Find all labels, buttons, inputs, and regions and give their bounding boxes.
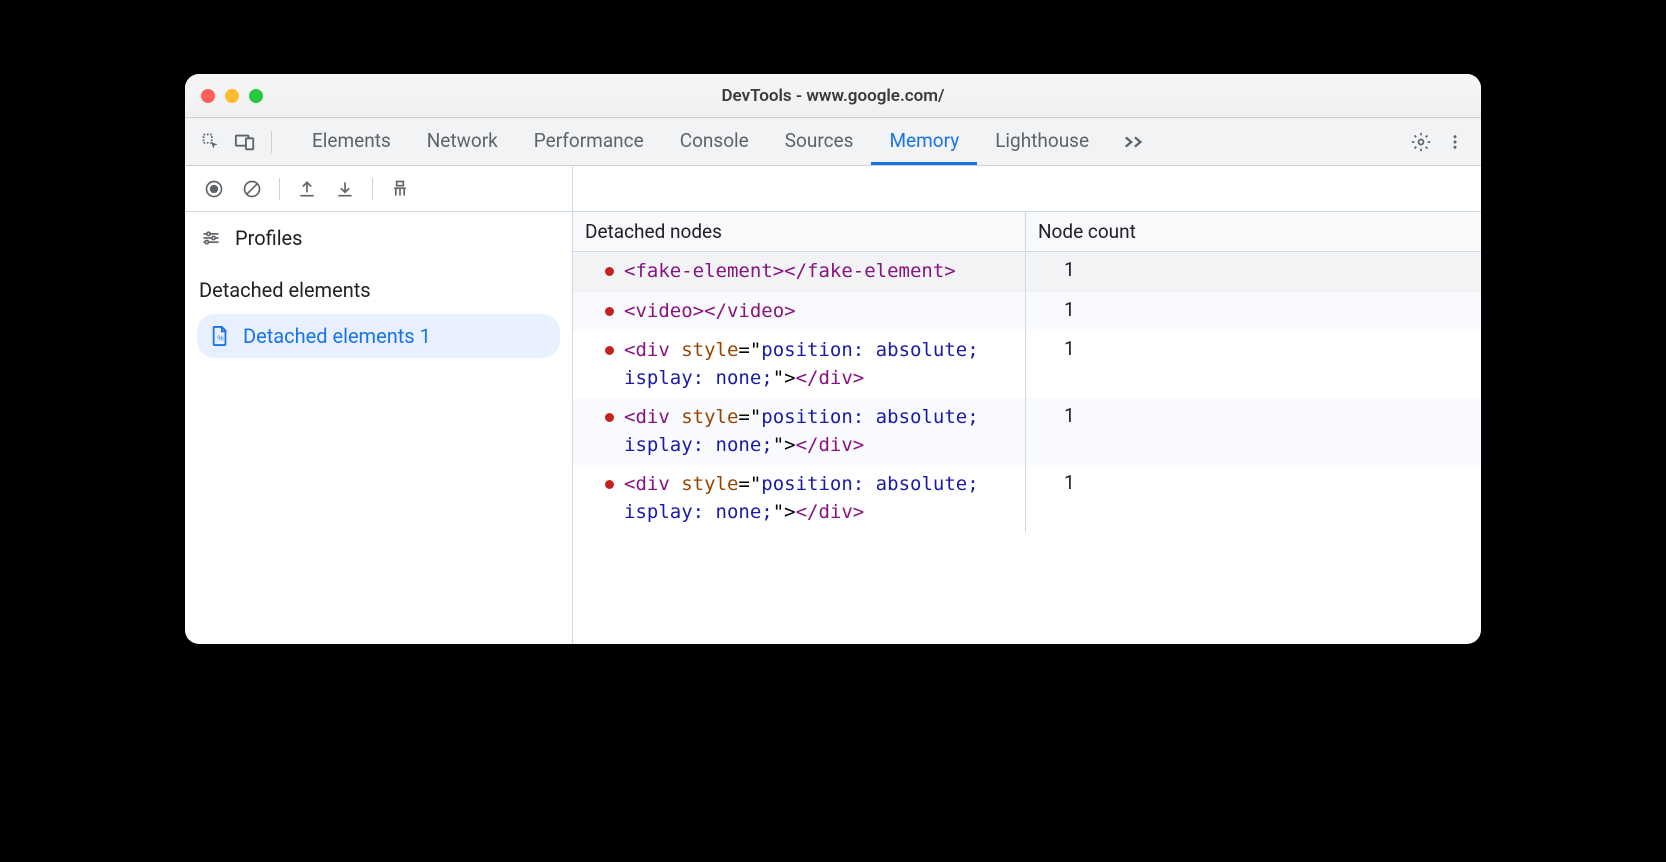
settings-icon[interactable] bbox=[1407, 128, 1435, 156]
divider bbox=[271, 131, 272, 153]
node-html: <div style="position: absolute; isplay: … bbox=[624, 471, 1013, 526]
node-html: <video></video> bbox=[624, 298, 796, 326]
profile-item-label: Detached elements 1 bbox=[243, 324, 431, 348]
panel-tabs: ElementsNetworkPerformanceConsoleSources… bbox=[294, 119, 1107, 165]
table-body: <fake-element></fake-element>1<video></v… bbox=[573, 252, 1481, 644]
content-area: Profiles Detached elements % Detached el… bbox=[185, 166, 1481, 644]
bullet-icon bbox=[605, 413, 614, 422]
traffic-lights bbox=[201, 89, 263, 103]
record-button[interactable] bbox=[197, 172, 231, 206]
tab-memory[interactable]: Memory bbox=[871, 119, 977, 165]
cell-detached-node: <div style="position: absolute; isplay: … bbox=[573, 465, 1026, 532]
bullet-icon bbox=[605, 480, 614, 489]
cell-node-count: 1 bbox=[1026, 252, 1481, 292]
divider bbox=[372, 178, 373, 200]
svg-text:%: % bbox=[217, 334, 224, 343]
export-button[interactable] bbox=[290, 172, 324, 206]
profiles-label: Profiles bbox=[235, 226, 302, 250]
document-icon: % bbox=[211, 326, 229, 346]
profiles-section[interactable]: Profiles bbox=[185, 212, 572, 256]
table-row[interactable]: <video></video> 1 bbox=[573, 292, 1481, 332]
sliders-icon bbox=[201, 228, 221, 248]
table-header: Detached nodes Node count bbox=[573, 212, 1481, 252]
more-options-icon[interactable] bbox=[1441, 128, 1469, 156]
device-toolbar-icon[interactable] bbox=[231, 128, 259, 156]
tab-sources[interactable]: Sources bbox=[767, 119, 872, 165]
cell-detached-node: <div style="position: absolute; isplay: … bbox=[573, 331, 1026, 398]
more-tabs-button[interactable] bbox=[1113, 134, 1155, 150]
bullet-icon bbox=[605, 307, 614, 316]
bullet-icon bbox=[605, 346, 614, 355]
minimize-window-button[interactable] bbox=[225, 89, 239, 103]
cell-node-count: 1 bbox=[1026, 331, 1481, 398]
inspect-element-icon[interactable] bbox=[197, 128, 225, 156]
maximize-window-button[interactable] bbox=[249, 89, 263, 103]
detached-elements-heading: Detached elements bbox=[185, 256, 572, 310]
table-row[interactable]: <div style="position: absolute; isplay: … bbox=[573, 331, 1481, 398]
column-header-nodes[interactable]: Detached nodes bbox=[573, 212, 1026, 251]
main-panel: Detached nodes Node count <fake-element>… bbox=[573, 166, 1481, 644]
panel-tabs-bar: ElementsNetworkPerformanceConsoleSources… bbox=[185, 118, 1481, 166]
divider bbox=[279, 178, 280, 200]
titlebar: DevTools - www.google.com/ bbox=[185, 74, 1481, 118]
node-html: <div style="position: absolute; isplay: … bbox=[624, 404, 1013, 459]
cell-node-count: 1 bbox=[1026, 398, 1481, 465]
window-title: DevTools - www.google.com/ bbox=[185, 86, 1481, 106]
cell-detached-node: <fake-element></fake-element> bbox=[573, 252, 1026, 292]
tab-elements[interactable]: Elements bbox=[294, 119, 409, 165]
tab-performance[interactable]: Performance bbox=[516, 119, 662, 165]
devtools-window: DevTools - www.google.com/ ElementsNetwo… bbox=[185, 74, 1481, 644]
cell-node-count: 1 bbox=[1026, 292, 1481, 332]
node-html: <div style="position: absolute; isplay: … bbox=[624, 337, 1013, 392]
close-window-button[interactable] bbox=[201, 89, 215, 103]
import-button[interactable] bbox=[328, 172, 362, 206]
main-toolbar bbox=[573, 166, 1481, 212]
node-html: <fake-element></fake-element> bbox=[624, 258, 956, 286]
cell-detached-node: <div style="position: absolute; isplay: … bbox=[573, 398, 1026, 465]
tab-console[interactable]: Console bbox=[662, 119, 767, 165]
table-row[interactable]: <fake-element></fake-element> 1 bbox=[573, 252, 1481, 292]
cell-detached-node: <video></video> bbox=[573, 292, 1026, 332]
table-row[interactable]: <div style="position: absolute; isplay: … bbox=[573, 465, 1481, 532]
sidebar: Profiles Detached elements % Detached el… bbox=[185, 166, 573, 644]
sidebar-toolbar bbox=[185, 166, 572, 212]
tab-network[interactable]: Network bbox=[409, 119, 516, 165]
profile-item-detached-1[interactable]: % Detached elements 1 bbox=[197, 314, 560, 358]
tab-lighthouse[interactable]: Lighthouse bbox=[977, 119, 1107, 165]
column-header-count[interactable]: Node count bbox=[1026, 212, 1481, 251]
clear-button[interactable] bbox=[235, 172, 269, 206]
garbage-collect-button[interactable] bbox=[383, 172, 417, 206]
bullet-icon bbox=[605, 267, 614, 276]
table-row[interactable]: <div style="position: absolute; isplay: … bbox=[573, 398, 1481, 465]
cell-node-count: 1 bbox=[1026, 465, 1481, 532]
